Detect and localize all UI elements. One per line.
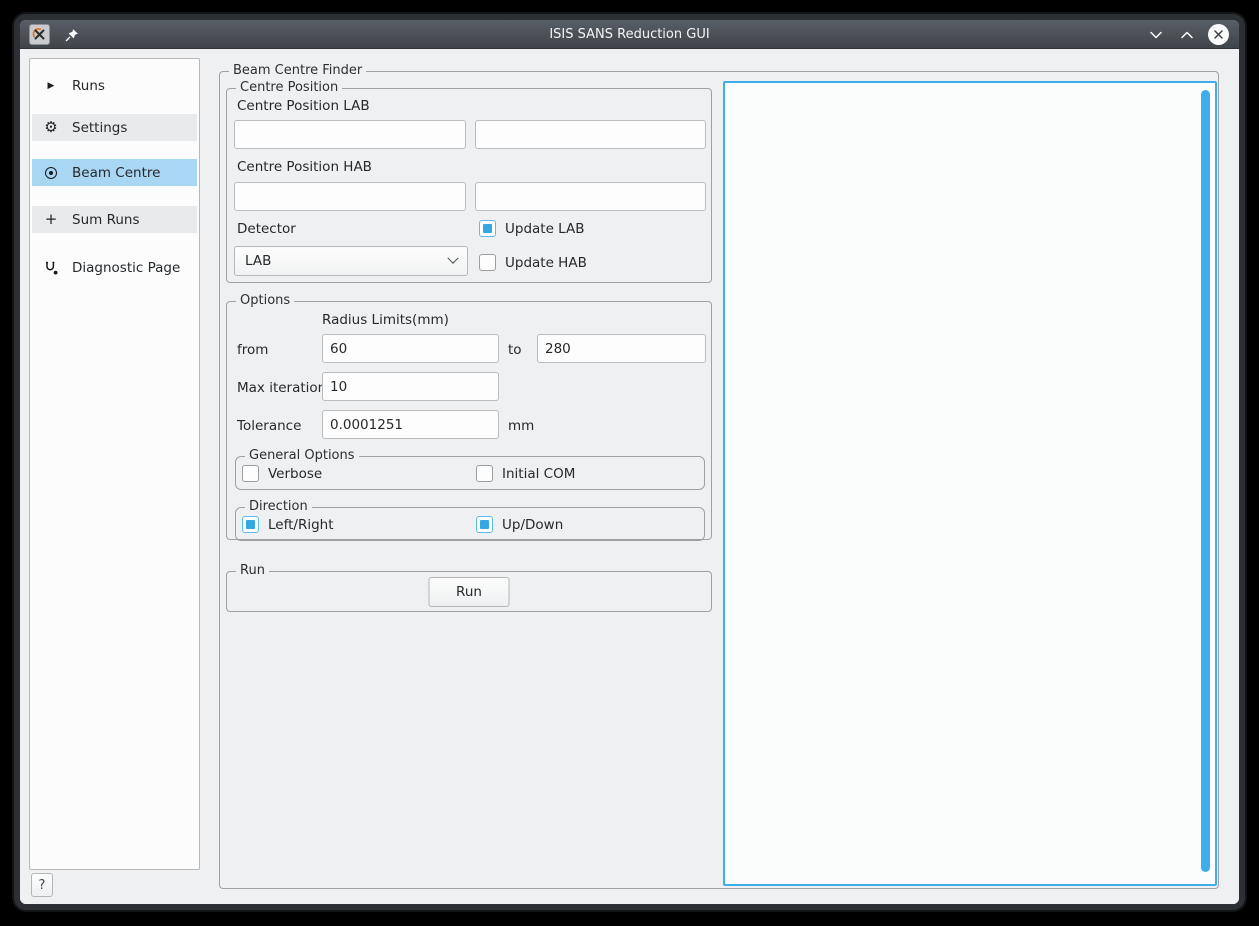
pin-icon[interactable]: [61, 24, 83, 46]
sidebar-item-settings[interactable]: ⚙ Settings: [32, 114, 197, 141]
chevron-up-icon: [1181, 31, 1193, 39]
checkbox-label: Verbose: [268, 466, 322, 482]
scrollbar[interactable]: [1201, 90, 1210, 872]
close-button[interactable]: [1207, 24, 1229, 46]
centre-position-lab-label: Centre Position LAB: [237, 98, 370, 114]
result-log-panel[interactable]: [723, 81, 1217, 886]
sidebar-item-label: Sum Runs: [72, 212, 140, 228]
tolerance-input[interactable]: [322, 410, 499, 439]
update-lab-checkbox[interactable]: Update LAB: [479, 220, 585, 237]
sidebar-item-label: Beam Centre: [72, 165, 160, 181]
close-icon: [1208, 24, 1229, 45]
centre-hab-x-input[interactable]: [234, 182, 466, 211]
main-content: ▶ Runs ⚙ Settings Beam Centre + Sum Runs: [20, 49, 1239, 909]
chevron-down-icon: [447, 253, 458, 264]
checkbox-box[interactable]: [242, 516, 259, 533]
centre-lab-x-input[interactable]: [234, 120, 466, 149]
initial-com-checkbox[interactable]: Initial COM: [476, 465, 575, 482]
checkbox-box[interactable]: [479, 220, 496, 237]
max-iterations-label: Max iterations: [237, 380, 333, 396]
centre-lab-y-input[interactable]: [475, 120, 706, 149]
checkbox-box[interactable]: [476, 465, 493, 482]
checkbox-box[interactable]: [479, 254, 496, 271]
window-title: ISIS SANS Reduction GUI: [20, 27, 1239, 42]
maximize-button[interactable]: [1176, 24, 1198, 46]
tolerance-label: Tolerance: [237, 418, 301, 434]
left-right-checkbox[interactable]: Left/Right: [242, 516, 334, 533]
update-hab-checkbox[interactable]: Update HAB: [479, 254, 587, 271]
detector-selected-value: LAB: [245, 253, 271, 269]
centre-position-group: Centre Position Centre Position LAB Cent…: [226, 88, 712, 283]
sidebar-item-sum-runs[interactable]: + Sum Runs: [32, 206, 197, 233]
sidebar-item-diagnostic-page[interactable]: Diagnostic Page: [32, 254, 197, 281]
centre-position-hab-label: Centre Position HAB: [237, 159, 372, 175]
run-group: Run Run: [226, 571, 712, 612]
beam-centre-finder-group: Beam Centre Finder Centre Position Centr…: [219, 71, 1219, 889]
checkbox-label: Up/Down: [502, 517, 563, 533]
sidebar-item-label: Diagnostic Page: [72, 260, 180, 276]
to-label: to: [508, 342, 522, 358]
checkbox-label: Update LAB: [505, 221, 585, 237]
app-menu-button[interactable]: [29, 24, 50, 45]
radius-from-input[interactable]: [322, 334, 499, 363]
gear-icon: ⚙: [43, 120, 59, 135]
plus-icon: +: [43, 212, 59, 227]
play-icon: ▶: [43, 81, 59, 91]
sidebar: ▶ Runs ⚙ Settings Beam Centre + Sum Runs: [29, 58, 200, 870]
app-icon: [32, 27, 47, 42]
from-label: from: [237, 342, 268, 358]
checkbox-box[interactable]: [476, 516, 493, 533]
sidebar-item-runs[interactable]: ▶ Runs: [32, 72, 197, 99]
group-title: Direction: [245, 499, 312, 514]
verbose-checkbox[interactable]: Verbose: [242, 465, 322, 482]
detector-label: Detector: [237, 221, 296, 237]
title-bar[interactable]: ISIS SANS Reduction GUI: [20, 20, 1239, 49]
help-button[interactable]: ?: [31, 873, 53, 897]
sidebar-item-beam-centre[interactable]: Beam Centre: [32, 159, 197, 186]
sidebar-item-label: Runs: [72, 78, 105, 94]
target-icon: [43, 167, 59, 179]
group-title: General Options: [245, 448, 359, 463]
centre-hab-y-input[interactable]: [475, 182, 706, 211]
checkbox-label: Update HAB: [505, 255, 587, 271]
options-group: Options Radius Limits(mm) from to Max it…: [226, 301, 712, 540]
direction-group: Direction Left/Right Up/Down: [235, 507, 705, 541]
radius-limits-label: Radius Limits(mm): [322, 312, 449, 328]
tolerance-unit-label: mm: [508, 418, 534, 434]
checkbox-label: Left/Right: [268, 517, 334, 533]
run-button[interactable]: Run: [429, 577, 510, 607]
group-title: Run: [236, 563, 269, 578]
sidebar-item-label: Settings: [72, 120, 127, 136]
group-title: Beam Centre Finder: [229, 63, 366, 78]
group-title: Options: [236, 293, 294, 308]
checkbox-label: Initial COM: [502, 466, 575, 482]
stethoscope-icon: [43, 261, 59, 275]
chevron-down-icon: [1150, 31, 1162, 39]
detector-select[interactable]: LAB: [234, 246, 468, 276]
app-window: ISIS SANS Reduction GUI: [14, 14, 1245, 910]
checkbox-box[interactable]: [242, 465, 259, 482]
max-iterations-input[interactable]: [322, 372, 499, 401]
group-title: Centre Position: [236, 80, 342, 95]
up-down-checkbox[interactable]: Up/Down: [476, 516, 563, 533]
general-options-group: General Options Verbose Initial COM: [235, 456, 705, 490]
minimize-button[interactable]: [1145, 24, 1167, 46]
radius-to-input[interactable]: [537, 334, 706, 363]
